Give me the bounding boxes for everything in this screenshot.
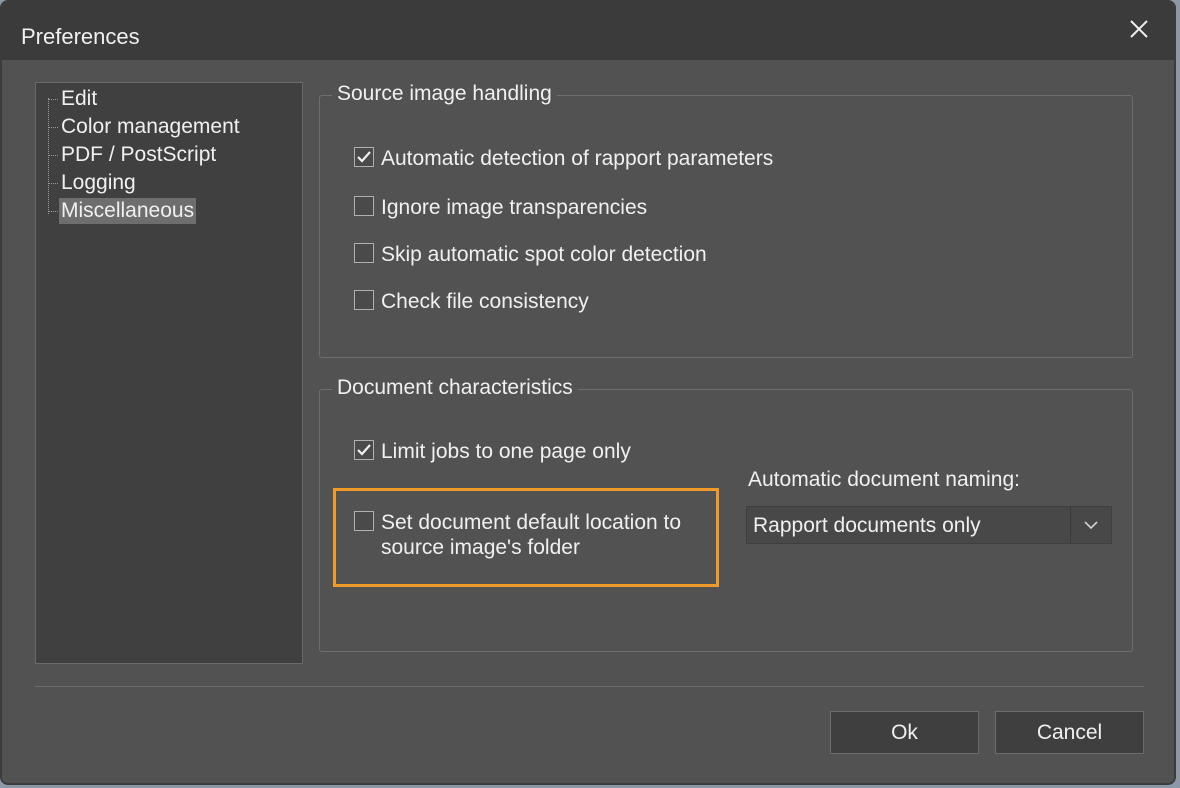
default-location-option[interactable]: Set document default location to source … bbox=[354, 510, 681, 560]
naming-dropdown-value: Rapport documents only bbox=[753, 514, 981, 537]
tree-item-logging[interactable]: Logging bbox=[49, 170, 138, 196]
skip-spot-color-option[interactable]: Skip automatic spot color detection bbox=[354, 243, 707, 267]
ignore-transparencies-option[interactable]: Ignore image transparencies bbox=[354, 196, 647, 220]
window-title: Preferences bbox=[21, 24, 140, 49]
skip-spot-color-checkbox[interactable] bbox=[354, 243, 374, 263]
limit-jobs-checkbox[interactable] bbox=[354, 440, 374, 460]
check-file-consistency-label: Check file consistency bbox=[381, 290, 589, 313]
group-label-source-image-handling: Source image handling bbox=[332, 82, 557, 106]
footer-divider bbox=[35, 686, 1144, 687]
ok-button[interactable]: Ok bbox=[830, 711, 979, 754]
naming-label: Automatic document naming: bbox=[748, 468, 1020, 491]
limit-jobs-label: Limit jobs to one page only bbox=[381, 440, 631, 463]
auto-detect-rapport-option[interactable]: Automatic detection of rapport parameter… bbox=[354, 147, 773, 171]
check-icon bbox=[357, 444, 371, 456]
preferences-dialog: Preferences Edit Color management PDF / … bbox=[0, 0, 1176, 785]
ignore-transparencies-checkbox[interactable] bbox=[354, 196, 374, 216]
source-image-handling-group: Source image handling bbox=[319, 82, 1133, 358]
ignore-transparencies-label: Ignore image transparencies bbox=[381, 196, 648, 219]
tree-item-color-management[interactable]: Color management bbox=[49, 114, 242, 140]
limit-jobs-option[interactable]: Limit jobs to one page only bbox=[354, 440, 631, 464]
group-label-document-characteristics: Document characteristics bbox=[332, 376, 578, 400]
check-icon bbox=[357, 151, 371, 163]
cancel-button[interactable]: Cancel bbox=[995, 711, 1144, 754]
category-tree[interactable]: Edit Color management PDF / PostScript L… bbox=[35, 82, 303, 664]
default-location-label: Set document default location to source … bbox=[381, 510, 681, 560]
auto-detect-rapport-checkbox[interactable] bbox=[354, 147, 374, 167]
tree-item-edit[interactable]: Edit bbox=[48, 86, 99, 112]
check-file-consistency-option[interactable]: Check file consistency bbox=[354, 290, 589, 314]
check-file-consistency-checkbox[interactable] bbox=[354, 290, 374, 310]
auto-detect-rapport-label: Automatic detection of rapport parameter… bbox=[381, 147, 774, 170]
naming-dropdown[interactable]: Rapport documents only bbox=[746, 506, 1112, 544]
tree-item-pdf-postscript[interactable]: PDF / PostScript bbox=[48, 142, 218, 168]
default-location-label-line1: Set document default location to bbox=[381, 511, 682, 534]
default-location-checkbox[interactable] bbox=[354, 511, 374, 531]
close-icon bbox=[1130, 20, 1148, 38]
chevron-down-icon[interactable] bbox=[1070, 507, 1111, 543]
title-bar[interactable]: Preferences bbox=[2, 2, 1174, 60]
default-location-label-line2: source image's folder bbox=[381, 536, 580, 559]
skip-spot-color-label: Skip automatic spot color detection bbox=[381, 243, 707, 266]
close-button[interactable] bbox=[1122, 12, 1156, 46]
tree-item-miscellaneous[interactable]: Miscellaneous bbox=[48, 198, 197, 224]
